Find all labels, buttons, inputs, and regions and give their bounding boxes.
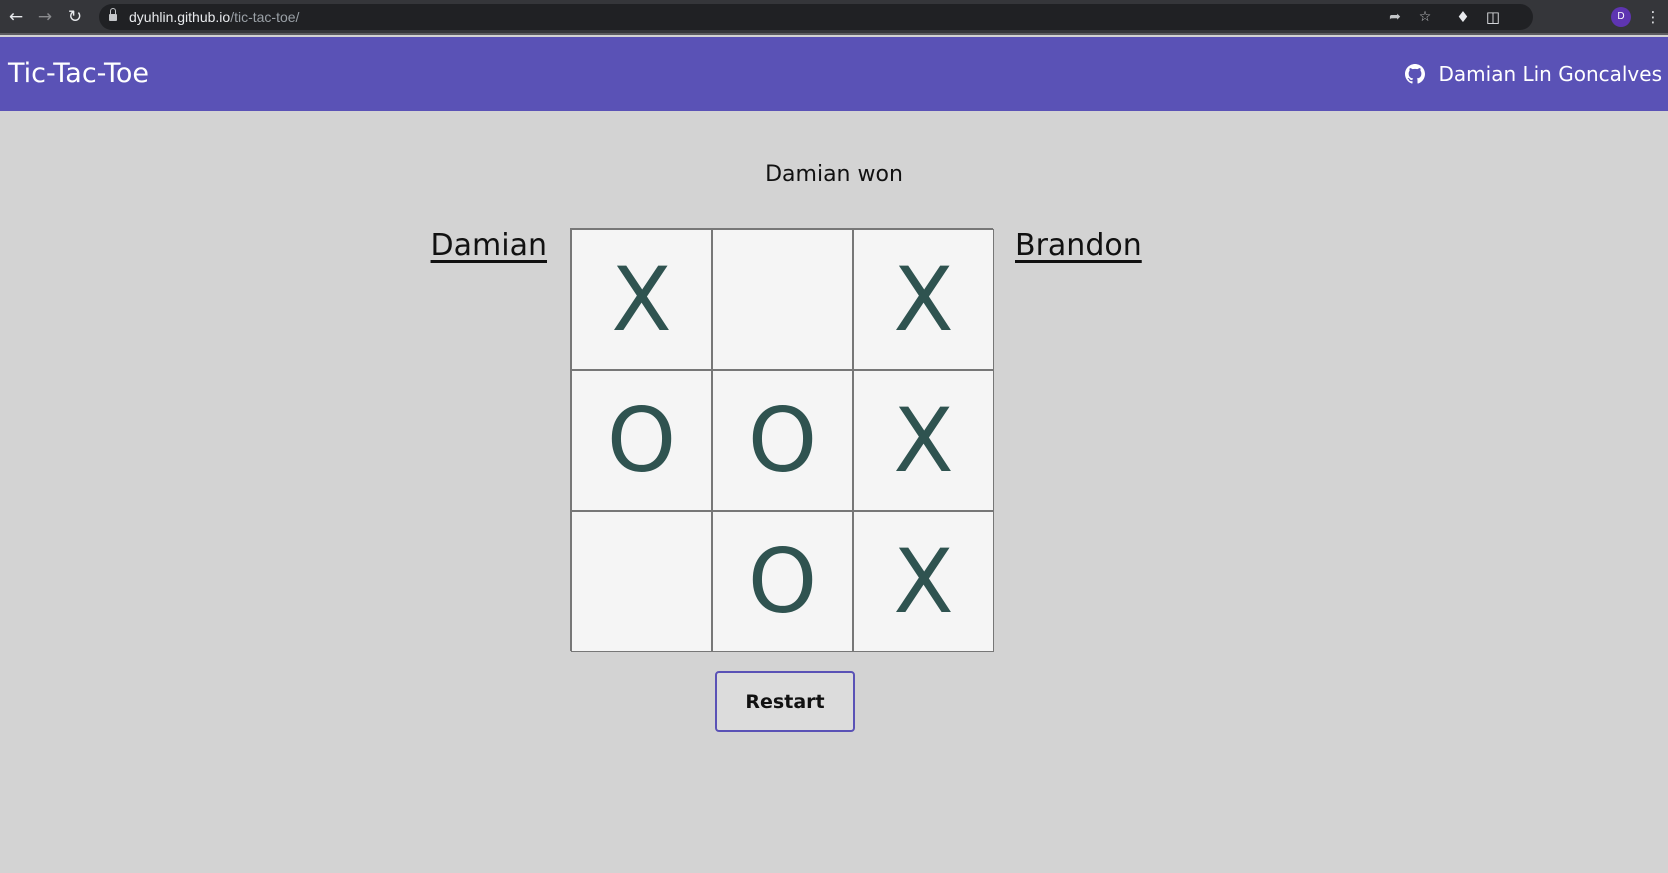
board-cell[interactable]: X — [853, 370, 994, 511]
board-cell[interactable]: X — [853, 229, 994, 370]
address-bar[interactable]: dyuhlin.github.io/tic-tac-toe/ ➦ ☆ — [99, 4, 1533, 30]
side-panel-icon[interactable]: ◫ — [1482, 6, 1504, 28]
board-cell[interactable]: O — [712, 370, 853, 511]
player-one-name: Damian — [430, 228, 547, 263]
kebab-menu-icon[interactable]: ⋮ — [1642, 6, 1664, 28]
url-host: dyuhlin.github.io — [129, 9, 231, 25]
board-cell[interactable]: X — [571, 229, 712, 370]
browser-toolbar: ← → ↻ dyuhlin.github.io/tic-tac-toe/ ➦ ☆… — [0, 0, 1668, 35]
url-path: /tic-tac-toe/ — [230, 9, 300, 25]
forward-arrow-icon[interactable]: → — [34, 6, 56, 28]
github-icon — [1404, 64, 1425, 84]
player-two-name: Brandon — [1015, 228, 1142, 263]
board-cell[interactable]: O — [712, 511, 853, 652]
author-github-link[interactable]: Damian Lin Goncalves — [1404, 37, 1663, 111]
game-status: Damian won — [765, 162, 903, 187]
board-cell[interactable]: O — [571, 370, 712, 511]
star-icon[interactable]: ☆ — [1415, 7, 1435, 27]
lock-icon[interactable] — [109, 8, 117, 22]
app-header: Tic-Tac-Toe Damian Lin Goncalves — [0, 37, 1668, 111]
profile-avatar[interactable]: D — [1611, 7, 1631, 27]
share-icon[interactable]: ➦ — [1385, 7, 1405, 27]
back-arrow-icon[interactable]: ← — [5, 6, 27, 28]
board-cell[interactable] — [712, 229, 853, 370]
url-text[interactable]: dyuhlin.github.io/tic-tac-toe/ — [129, 4, 299, 30]
extensions-puzzle-icon[interactable]: ♦ — [1452, 6, 1474, 28]
board-cell[interactable] — [571, 511, 712, 652]
app-title: Tic-Tac-Toe — [8, 58, 149, 89]
restart-button[interactable]: Restart — [715, 671, 855, 732]
reload-icon[interactable]: ↻ — [64, 6, 86, 28]
game-board: X X O O X O X — [570, 228, 994, 652]
author-name: Damian Lin Goncalves — [1438, 62, 1663, 86]
board-cell[interactable]: X — [853, 511, 994, 652]
